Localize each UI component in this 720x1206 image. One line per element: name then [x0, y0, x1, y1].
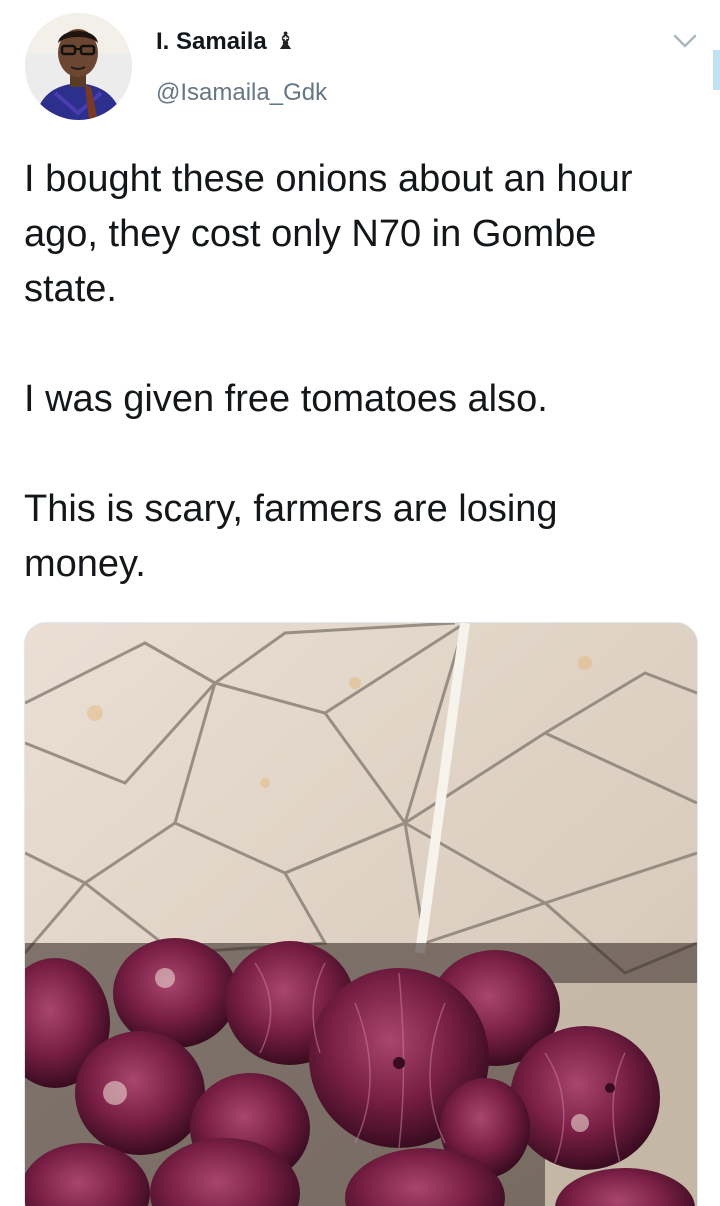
- tweet-text: I bought these onions about an hour ago,…: [24, 152, 684, 592]
- tweet-paragraph: I was given free tomatoes also.: [24, 378, 548, 420]
- tweet-photo[interactable]: [24, 622, 698, 1206]
- chevron-down-icon: [673, 34, 697, 48]
- tweet-paragraph: I bought these onions about an hour ago,…: [24, 158, 633, 310]
- tweet-menu-button[interactable]: [670, 28, 700, 54]
- onions-photo: [25, 623, 697, 1206]
- avatar[interactable]: [25, 13, 132, 120]
- tweet-paragraph: This is scary, farmers are losing money.: [24, 488, 558, 585]
- avatar-image: [25, 13, 132, 120]
- chess-bishop-icon: ♝: [274, 28, 297, 55]
- display-name-text: I. Samaila: [156, 28, 267, 55]
- author-handle[interactable]: @Isamaila_Gdk: [156, 78, 327, 108]
- tweet: I. Samaila ♝ @Isamaila_Gdk I bought thes…: [0, 0, 720, 1206]
- scroll-indicator: [713, 50, 720, 90]
- author-name[interactable]: I. Samaila ♝: [156, 27, 296, 57]
